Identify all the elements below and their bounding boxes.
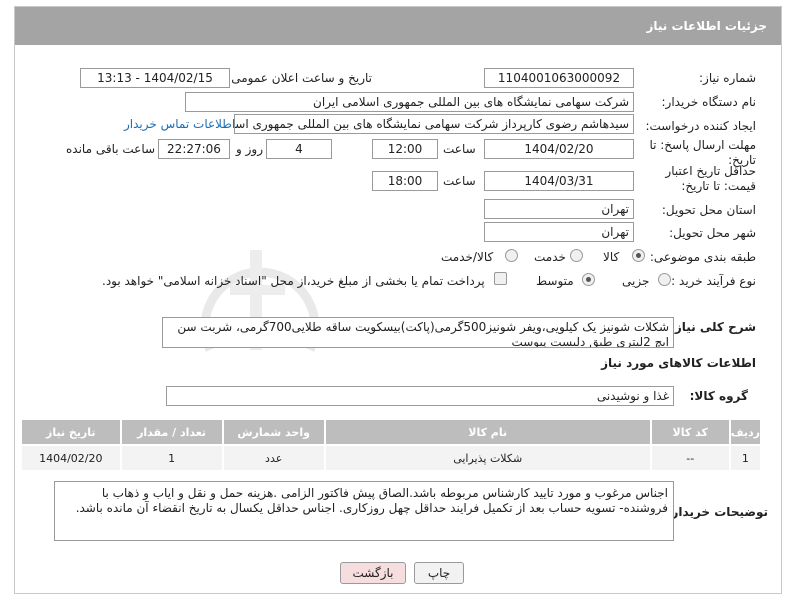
back-button[interactable]: بازگشت bbox=[340, 562, 406, 584]
province-field: تهران bbox=[484, 199, 634, 219]
description-field: شکلات شونیز یک کیلویی،ویفر شونیز500گرمی(… bbox=[162, 317, 674, 348]
process-radio-medium[interactable] bbox=[582, 273, 595, 286]
col-unit: واحد شمارش bbox=[221, 418, 326, 446]
col-row: ردیف bbox=[728, 418, 763, 446]
col-date: تاریخ نیاز bbox=[20, 418, 122, 446]
print-button[interactable]: چاپ bbox=[414, 562, 464, 584]
treasury-checkbox[interactable] bbox=[494, 272, 507, 285]
process-option-medium: متوسط bbox=[536, 274, 574, 288]
cell-date: 1404/02/20 bbox=[20, 444, 122, 472]
buyer-contact-link[interactable]: اطلاعات تماس خریدار bbox=[124, 117, 235, 131]
remaining-label: ساعت باقی مانده bbox=[66, 142, 156, 156]
need-number-label: شماره نیاز: bbox=[699, 71, 756, 85]
process-option-minor: جزیی bbox=[622, 274, 650, 288]
col-name: نام کالا bbox=[323, 418, 652, 446]
items-table: ردیف کد کالا نام کالا واحد شمارش تعداد /… bbox=[20, 418, 763, 472]
payment-note: پرداخت تمام یا بخشی از مبلغ خرید،از محل … bbox=[102, 274, 485, 288]
buyer-org-field: شرکت سهامی نمایشگاه های بین المللی جمهور… bbox=[185, 92, 634, 112]
col-qty: تعداد / مقدار bbox=[119, 418, 224, 446]
requester-field: سیدهاشم رضوی کارپرداز شرکت سهامی نمایشگا… bbox=[234, 114, 634, 134]
cell-qty: 1 bbox=[119, 444, 224, 472]
process-radio-minor[interactable] bbox=[658, 273, 671, 286]
cell-name: شکلات پذیرایی bbox=[323, 444, 652, 472]
validity-date-field: 1404/03/31 bbox=[484, 171, 634, 191]
goods-group-label: گروه کالا: bbox=[689, 389, 748, 403]
notes-field: اجناس مرغوب و مورد تایید کارشناس مربوطه … bbox=[54, 481, 674, 541]
notes-label: توضیحات خریدار: bbox=[666, 505, 768, 519]
process-label: نوع فرآیند خرید : bbox=[671, 274, 756, 288]
description-label: شرح کلی نیاز: bbox=[670, 320, 756, 334]
category-radio-goods[interactable] bbox=[632, 249, 645, 262]
city-label: شهر محل تحویل: bbox=[669, 226, 756, 240]
category-label: طبقه بندی موضوعی: bbox=[649, 250, 756, 264]
need-number-field: 1104001063000092 bbox=[484, 68, 634, 88]
col-code: کد کالا bbox=[649, 418, 731, 446]
goods-info-title: اطلاعات کالاهای مورد نیاز bbox=[601, 356, 756, 370]
days-label: روز و bbox=[236, 142, 263, 156]
goods-group-field: غذا و نوشیدنی bbox=[166, 386, 674, 406]
province-label: استان محل تحویل: bbox=[661, 203, 756, 217]
announce-field: 1404/02/15 - 13:13 bbox=[80, 68, 230, 88]
days-field: 4 bbox=[266, 139, 332, 159]
cell-row: 1 bbox=[728, 444, 763, 472]
category-option-goods: کالا bbox=[603, 250, 620, 264]
deadline-time-label: ساعت bbox=[443, 142, 476, 156]
city-field: تهران bbox=[484, 222, 634, 242]
cell-unit: عدد bbox=[221, 444, 326, 472]
panel-title: جزئیات اطلاعات نیاز bbox=[15, 7, 781, 45]
announce-label: تاریخ و ساعت اعلان عمومی: bbox=[227, 71, 372, 85]
category-option-service: خدمت bbox=[534, 250, 566, 264]
validity-time-label: ساعت bbox=[443, 174, 476, 188]
buyer-org-label: نام دستگاه خریدار: bbox=[661, 95, 757, 109]
remaining-time-field: 22:27:06 bbox=[158, 139, 230, 159]
cell-code: -- bbox=[649, 444, 731, 472]
category-option-both: کالا/خدمت bbox=[441, 250, 494, 264]
deadline-time-field: 12:00 bbox=[372, 139, 438, 159]
category-radio-service[interactable] bbox=[570, 249, 583, 262]
table-row: 1 -- شکلات پذیرایی عدد 1 1404/02/20 bbox=[20, 444, 763, 472]
validity-time-field: 18:00 bbox=[372, 171, 438, 191]
validity-label: حداقل تاریخ اعتبار قیمت: تا تاریخ: bbox=[665, 164, 756, 193]
category-radio-both[interactable] bbox=[505, 249, 518, 262]
requester-label: ایجاد کننده درخواست: bbox=[645, 119, 756, 133]
deadline-date-field: 1404/02/20 bbox=[484, 139, 634, 159]
